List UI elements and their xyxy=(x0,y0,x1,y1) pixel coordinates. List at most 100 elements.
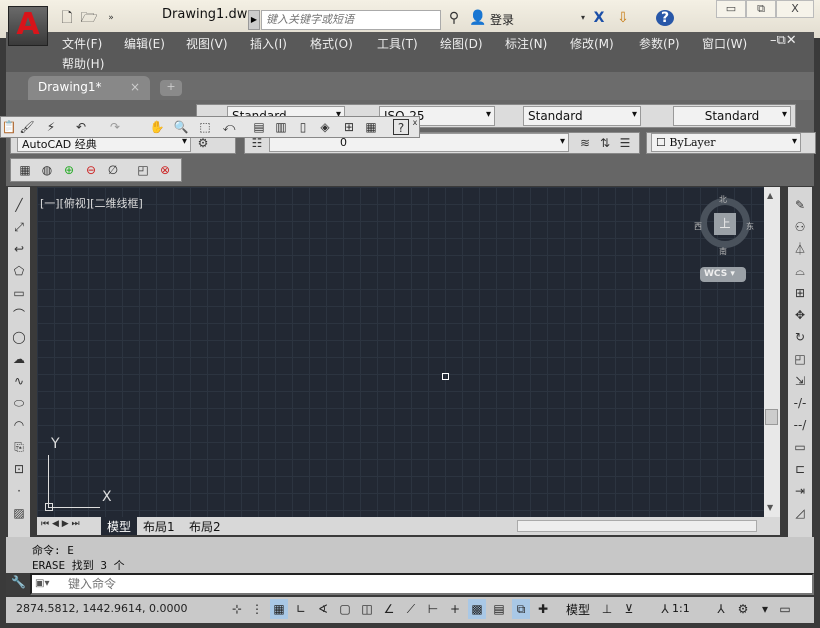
viewport-controls[interactable]: [一][俯视][二维线框] xyxy=(40,195,143,211)
annotation-scale-value[interactable]: 1:1 xyxy=(672,602,690,615)
help-button[interactable]: ? xyxy=(656,10,674,26)
compass-south[interactable]: 南 xyxy=(719,246,727,257)
zoom-previous-icon[interactable]: ⤺ xyxy=(221,119,237,135)
redo-icon[interactable]: ↷ xyxy=(107,119,123,135)
menu-edit[interactable]: 编辑(E) xyxy=(124,35,165,52)
tab-close-icon[interactable]: × xyxy=(130,80,140,94)
scroll-down-icon[interactable]: ▼ xyxy=(767,503,773,512)
chamfer-icon[interactable]: ⇥ xyxy=(792,483,808,499)
array-icon[interactable]: ⊞ xyxy=(792,285,808,301)
extrude-icon[interactable]: ◰ xyxy=(135,162,151,178)
make-current-layer-icon[interactable]: ≋ xyxy=(577,135,593,151)
copy-icon[interactable]: ⚇ xyxy=(792,219,808,235)
3d-osnap-icon[interactable]: ◫ xyxy=(358,599,376,619)
tab-layout2[interactable]: 布局2 xyxy=(189,518,221,535)
polar-icon[interactable]: ∢ xyxy=(314,599,332,619)
tab-model[interactable]: 模型 xyxy=(101,517,138,535)
calculator-icon[interactable]: ▦ xyxy=(363,119,379,135)
table-style-select[interactable]: Standard xyxy=(523,106,641,126)
menu-modify[interactable]: 修改(M) xyxy=(570,35,614,52)
viewcube-top-face[interactable]: 上 xyxy=(714,213,736,235)
new-file-icon[interactable]: 🗋 xyxy=(58,10,76,26)
customize-wrench-icon[interactable]: 🔧 xyxy=(11,575,26,589)
sphere-icon[interactable]: ◍ xyxy=(39,162,55,178)
workspace-switch-icon[interactable]: ⚙ xyxy=(734,599,752,619)
transparency-icon[interactable]: ▩ xyxy=(468,599,486,619)
hatch-icon[interactable]: ▨ xyxy=(11,505,27,521)
open-file-icon[interactable]: 🗁 xyxy=(80,10,98,26)
exchange-icon[interactable]: X xyxy=(590,10,608,26)
point-icon[interactable]: · xyxy=(11,483,27,499)
drawing-canvas[interactable] xyxy=(37,187,780,517)
clean-screen-icon[interactable]: ▭ xyxy=(776,599,794,619)
toolbar-close-icon[interactable]: x xyxy=(411,115,419,131)
binoculars-icon[interactable]: ⚲ xyxy=(445,10,463,26)
union-icon[interactable]: ⊕ xyxy=(61,162,77,178)
extend-icon[interactable]: --/ xyxy=(792,417,808,433)
grid-icon[interactable]: ▦ xyxy=(270,599,288,619)
dynamic-input-icon[interactable]: ⊢ xyxy=(424,599,442,619)
compass-north[interactable]: 北 xyxy=(719,194,727,205)
doc-window-controls[interactable]: –⧉✕ xyxy=(770,33,797,48)
compass-west[interactable]: 西 xyxy=(694,221,702,232)
menu-format[interactable]: 格式(O) xyxy=(310,35,353,52)
menu-window[interactable]: 窗口(W) xyxy=(702,35,747,52)
update-icon[interactable]: ⇩ xyxy=(614,10,632,26)
selection-cycling-icon[interactable]: ⧉ xyxy=(512,599,530,619)
lock-icon[interactable]: ▾ xyxy=(756,599,774,619)
snap-icon[interactable]: ⋮ xyxy=(248,599,266,619)
compass-east[interactable]: 东 xyxy=(746,221,754,232)
new-tab-button[interactable]: + xyxy=(160,80,182,96)
tab-drawing1[interactable]: Drawing1* × xyxy=(28,76,150,100)
trim-icon[interactable]: -/- xyxy=(792,395,808,411)
zoom-realtime-icon[interactable]: 🔍 xyxy=(173,119,189,135)
erase-icon[interactable]: ✎ xyxy=(792,197,808,213)
stretch-icon[interactable]: ⇲ xyxy=(792,373,808,389)
mirror-icon[interactable]: ⏃ xyxy=(792,241,808,257)
help-icon[interactable]: ? xyxy=(393,119,409,135)
scale-icon[interactable]: ◰ xyxy=(792,351,808,367)
tab-layout1[interactable]: 布局1 xyxy=(143,518,175,535)
lineweight-icon[interactable]: + xyxy=(446,599,464,619)
horizontal-scrollbar[interactable] xyxy=(517,520,757,532)
join-icon[interactable]: ⊏ xyxy=(792,461,808,477)
markup-icon[interactable]: ⊞ xyxy=(341,119,357,135)
insert-block-icon[interactable]: ⎘ xyxy=(11,439,27,455)
offset-icon[interactable]: ⌓ xyxy=(792,263,808,279)
arc-icon[interactable]: ⌒ xyxy=(11,307,27,323)
menu-help[interactable]: 帮助(H) xyxy=(62,55,104,72)
layout-nav-icons[interactable]: ⏮ ◀ ▶ ⏭ xyxy=(41,519,80,529)
close-button[interactable]: X xyxy=(776,0,814,18)
fillet-icon[interactable]: ◿ xyxy=(792,505,808,521)
box-icon[interactable]: ▦ xyxy=(17,162,33,178)
login-button[interactable]: 登录 xyxy=(490,11,514,28)
restore-button[interactable]: ⧉ xyxy=(746,0,776,18)
make-block-icon[interactable]: ⊡ xyxy=(11,461,27,477)
line-icon[interactable]: ╱ xyxy=(11,197,27,213)
break-icon[interactable]: ▭ xyxy=(792,439,808,455)
block-editor-icon[interactable]: ⚡ xyxy=(43,119,59,135)
sheet-set-icon[interactable]: ◈ xyxy=(317,119,333,135)
scroll-thumb[interactable] xyxy=(765,409,778,425)
annotation-visibility-icon[interactable]: ⅄ xyxy=(712,599,730,619)
search-expand-icon[interactable]: ▶ xyxy=(248,10,260,30)
rectangle-icon[interactable]: ▭ xyxy=(11,285,27,301)
minimize-button[interactable]: ▭ xyxy=(716,0,746,18)
model-space-button[interactable]: 模型 xyxy=(566,601,590,618)
rotate-icon[interactable]: ↻ xyxy=(792,329,808,345)
ucs-menu[interactable]: WCS ▾ xyxy=(700,267,746,282)
construction-line-icon[interactable]: ⤢ xyxy=(11,219,27,235)
layer-previous-icon[interactable]: ⇅ xyxy=(597,135,613,151)
object-tracking-icon[interactable]: ∠ xyxy=(380,599,398,619)
user-icon[interactable]: 👤 xyxy=(469,10,487,26)
quick-view-layouts-icon[interactable]: ⊥ xyxy=(598,599,616,619)
slice-icon[interactable]: ∅ xyxy=(105,162,121,178)
application-menu-button[interactable]: A xyxy=(8,6,48,46)
ortho-icon[interactable]: ∟ xyxy=(292,599,310,619)
object-snap-icon[interactable]: ▢ xyxy=(336,599,354,619)
menu-dimension[interactable]: 标注(N) xyxy=(505,35,547,52)
search-input[interactable] xyxy=(261,10,441,30)
tool-palettes-icon[interactable]: ▯ xyxy=(295,119,311,135)
menu-view[interactable]: 视图(V) xyxy=(186,35,228,52)
paste-icon[interactable]: 📋 xyxy=(1,119,17,135)
